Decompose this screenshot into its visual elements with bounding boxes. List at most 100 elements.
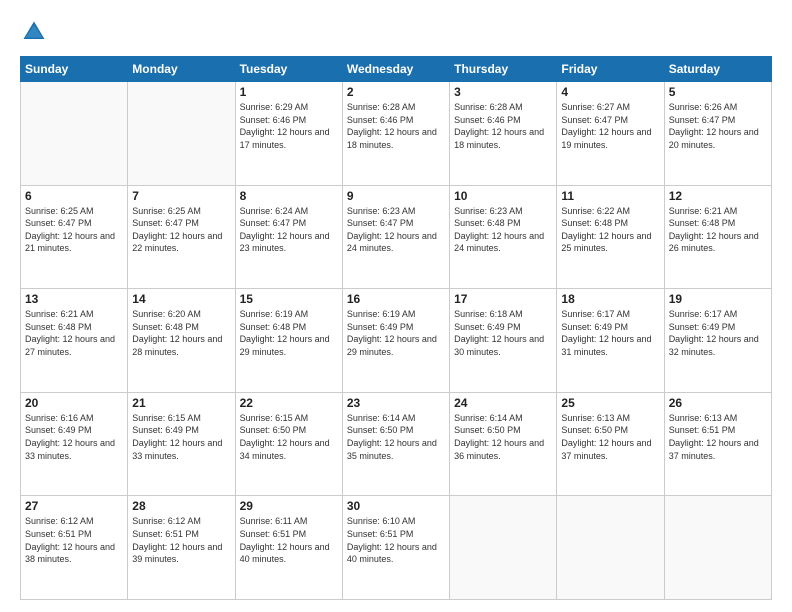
day-number: 12 [669,189,767,203]
header-cell-saturday: Saturday [664,57,771,82]
day-number: 8 [240,189,338,203]
day-cell: 15 Sunrise: 6:19 AM Sunset: 6:48 PM Dayli… [235,289,342,393]
day-cell: 30 Sunrise: 6:10 AM Sunset: 6:51 PM Dayli… [342,496,449,600]
day-info: Sunrise: 6:16 AM Sunset: 6:49 PM Dayligh… [25,412,123,462]
day-cell: 28Sunrise: 6:12 AM Sunset: 6:51 PM Dayli… [128,496,235,600]
day-info: Sunrise: 6:10 AM Sunset: 6:51 PM Dayligh… [347,515,445,565]
day-cell: 13 Sunrise: 6:21 AM Sunset: 6:48 PM Dayli… [21,289,128,393]
day-cell: 10 Sunrise: 6:23 AM Sunset: 6:48 PM Dayli… [450,185,557,289]
day-info: Sunrise: 6:23 AM Sunset: 6:48 PM Dayligh… [454,205,552,255]
day-number: 21 [132,396,230,410]
day-number: 22 [240,396,338,410]
day-cell: 19Sunrise: 6:17 AM Sunset: 6:49 PM Dayli… [664,289,771,393]
day-number: 19 [669,292,767,306]
header-cell-sunday: Sunday [21,57,128,82]
day-info: Sunrise: 6:23 AM Sunset: 6:47 PM Dayligh… [347,205,445,255]
day-number: 23 [347,396,445,410]
day-info: Sunrise: 6:15 AM Sunset: 6:50 PM Dayligh… [240,412,338,462]
week-row-1: 1 Sunrise: 6:29 AM Sunset: 6:46 PM Daylig… [21,82,772,186]
day-number: 1 [240,85,338,99]
logo [20,18,52,46]
calendar-table: SundayMondayTuesdayWednesdayThursdayFrid… [20,56,772,600]
day-number: 24 [454,396,552,410]
day-number: 5 [669,85,767,99]
day-number: 6 [25,189,123,203]
day-info: Sunrise: 6:28 AM Sunset: 6:46 PM Dayligh… [347,101,445,151]
day-number: 17 [454,292,552,306]
day-info: Sunrise: 6:19 AM Sunset: 6:48 PM Dayligh… [240,308,338,358]
week-row-4: 20 Sunrise: 6:16 AM Sunset: 6:49 PM Dayli… [21,392,772,496]
day-number: 29 [240,499,338,513]
day-cell: 27 Sunrise: 6:12 AM Sunset: 6:51 PM Dayli… [21,496,128,600]
day-cell: 22 Sunrise: 6:15 AM Sunset: 6:50 PM Dayli… [235,392,342,496]
day-cell [128,82,235,186]
day-info: Sunrise: 6:26 AM Sunset: 6:47 PM Dayligh… [669,101,767,151]
day-number: 2 [347,85,445,99]
day-cell [450,496,557,600]
week-row-2: 6 Sunrise: 6:25 AM Sunset: 6:47 PM Daylig… [21,185,772,289]
header-row: SundayMondayTuesdayWednesdayThursdayFrid… [21,57,772,82]
day-cell: 6 Sunrise: 6:25 AM Sunset: 6:47 PM Daylig… [21,185,128,289]
day-cell [21,82,128,186]
day-cell: 18 Sunrise: 6:17 AM Sunset: 6:49 PM Dayli… [557,289,664,393]
day-info: Sunrise: 6:11 AM Sunset: 6:51 PM Dayligh… [240,515,338,565]
day-cell: 23Sunrise: 6:14 AM Sunset: 6:50 PM Dayli… [342,392,449,496]
week-row-5: 27 Sunrise: 6:12 AM Sunset: 6:51 PM Dayli… [21,496,772,600]
day-cell: 11Sunrise: 6:22 AM Sunset: 6:48 PM Dayli… [557,185,664,289]
day-cell: 7 Sunrise: 6:25 AM Sunset: 6:47 PM Daylig… [128,185,235,289]
day-info: Sunrise: 6:25 AM Sunset: 6:47 PM Dayligh… [25,205,123,255]
day-info: Sunrise: 6:12 AM Sunset: 6:51 PM Dayligh… [132,515,230,565]
day-cell: 25Sunrise: 6:13 AM Sunset: 6:50 PM Dayli… [557,392,664,496]
day-info: Sunrise: 6:18 AM Sunset: 6:49 PM Dayligh… [454,308,552,358]
header-cell-friday: Friday [557,57,664,82]
calendar-body: 1 Sunrise: 6:29 AM Sunset: 6:46 PM Daylig… [21,82,772,600]
day-cell: 17 Sunrise: 6:18 AM Sunset: 6:49 PM Dayli… [450,289,557,393]
day-number: 11 [561,189,659,203]
day-cell [664,496,771,600]
header-cell-thursday: Thursday [450,57,557,82]
logo-icon [20,18,48,46]
day-info: Sunrise: 6:13 AM Sunset: 6:51 PM Dayligh… [669,412,767,462]
day-cell: 8 Sunrise: 6:24 AM Sunset: 6:47 PM Daylig… [235,185,342,289]
day-number: 18 [561,292,659,306]
day-cell: 26Sunrise: 6:13 AM Sunset: 6:51 PM Dayli… [664,392,771,496]
day-number: 13 [25,292,123,306]
day-number: 9 [347,189,445,203]
day-number: 4 [561,85,659,99]
day-number: 7 [132,189,230,203]
day-info: Sunrise: 6:27 AM Sunset: 6:47 PM Dayligh… [561,101,659,151]
day-number: 25 [561,396,659,410]
header-cell-wednesday: Wednesday [342,57,449,82]
day-number: 3 [454,85,552,99]
day-number: 27 [25,499,123,513]
day-number: 14 [132,292,230,306]
week-row-3: 13 Sunrise: 6:21 AM Sunset: 6:48 PM Dayli… [21,289,772,393]
day-cell: 16Sunrise: 6:19 AM Sunset: 6:49 PM Dayli… [342,289,449,393]
day-cell: 12 Sunrise: 6:21 AM Sunset: 6:48 PM Dayli… [664,185,771,289]
day-info: Sunrise: 6:12 AM Sunset: 6:51 PM Dayligh… [25,515,123,565]
day-info: Sunrise: 6:29 AM Sunset: 6:46 PM Dayligh… [240,101,338,151]
day-cell: 5 Sunrise: 6:26 AM Sunset: 6:47 PM Daylig… [664,82,771,186]
day-cell: 29 Sunrise: 6:11 AM Sunset: 6:51 PM Dayli… [235,496,342,600]
day-info: Sunrise: 6:21 AM Sunset: 6:48 PM Dayligh… [25,308,123,358]
day-number: 20 [25,396,123,410]
header-cell-monday: Monday [128,57,235,82]
day-info: Sunrise: 6:17 AM Sunset: 6:49 PM Dayligh… [561,308,659,358]
day-cell: 1 Sunrise: 6:29 AM Sunset: 6:46 PM Daylig… [235,82,342,186]
day-info: Sunrise: 6:20 AM Sunset: 6:48 PM Dayligh… [132,308,230,358]
day-cell: 3 Sunrise: 6:28 AM Sunset: 6:46 PM Daylig… [450,82,557,186]
day-info: Sunrise: 6:24 AM Sunset: 6:47 PM Dayligh… [240,205,338,255]
day-number: 30 [347,499,445,513]
day-info: Sunrise: 6:28 AM Sunset: 6:46 PM Dayligh… [454,101,552,151]
day-cell: 9 Sunrise: 6:23 AM Sunset: 6:47 PM Daylig… [342,185,449,289]
day-cell: 20 Sunrise: 6:16 AM Sunset: 6:49 PM Dayli… [21,392,128,496]
day-cell: 14 Sunrise: 6:20 AM Sunset: 6:48 PM Dayli… [128,289,235,393]
page: SundayMondayTuesdayWednesdayThursdayFrid… [0,0,792,612]
day-number: 10 [454,189,552,203]
header [20,18,772,46]
day-number: 15 [240,292,338,306]
day-cell: 21Sunrise: 6:15 AM Sunset: 6:49 PM Dayli… [128,392,235,496]
day-info: Sunrise: 6:19 AM Sunset: 6:49 PM Dayligh… [347,308,445,358]
day-info: Sunrise: 6:21 AM Sunset: 6:48 PM Dayligh… [669,205,767,255]
day-info: Sunrise: 6:25 AM Sunset: 6:47 PM Dayligh… [132,205,230,255]
